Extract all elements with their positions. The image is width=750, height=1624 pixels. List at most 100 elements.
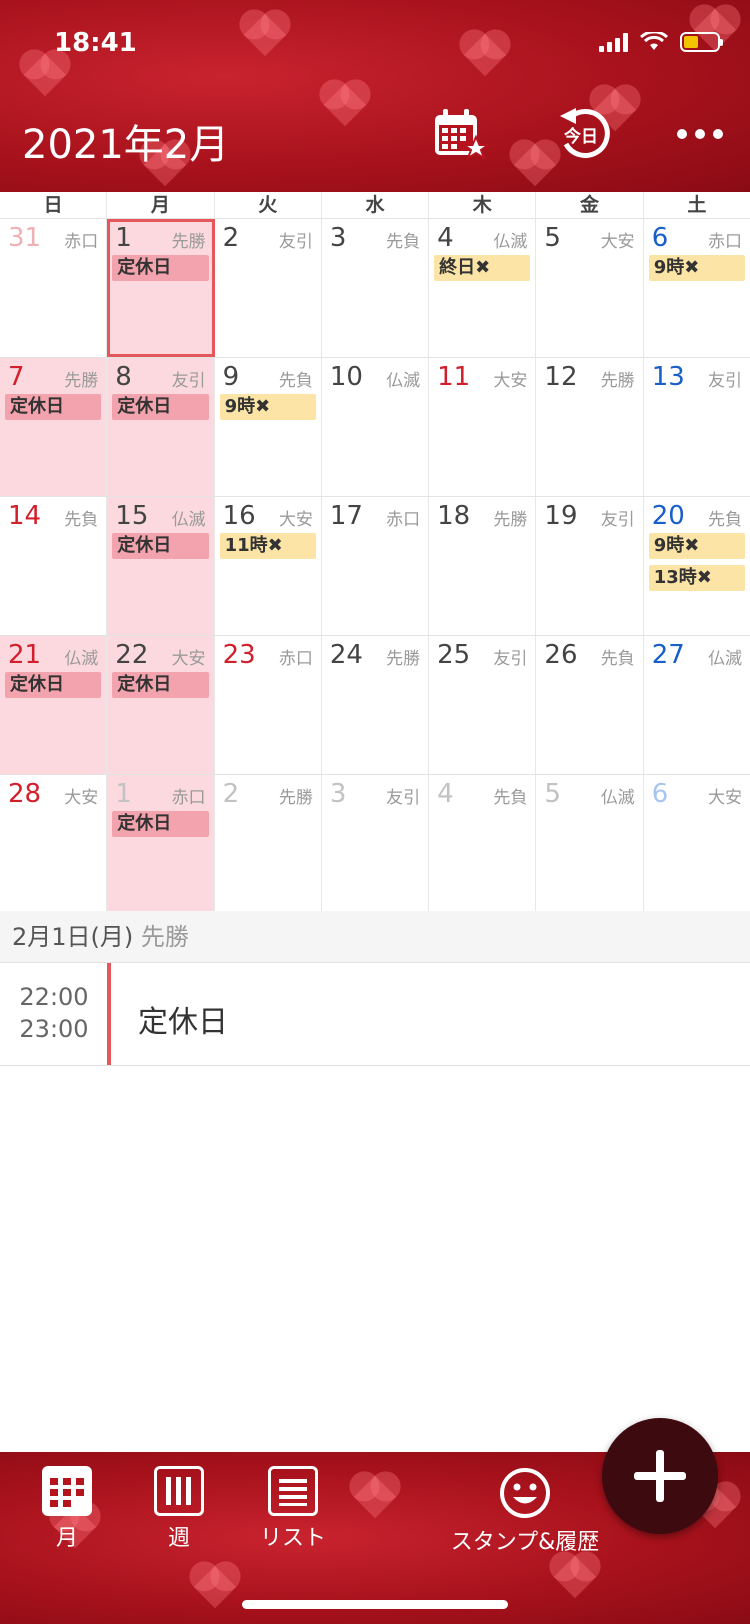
day-number: 24	[329, 640, 363, 670]
rokuyo-label: 大安	[64, 788, 99, 808]
rokuyo-label: 大安	[493, 371, 528, 391]
event-chip[interactable]: 定休日	[112, 533, 209, 559]
day-cell[interactable]: 28 大安	[0, 775, 108, 913]
day-cell[interactable]: 6 大安	[643, 775, 750, 913]
day-cell[interactable]: 4 仏滅 終日✖	[429, 219, 537, 357]
add-event-button[interactable]	[602, 1418, 718, 1534]
event-start-time: 22:00	[19, 983, 89, 1011]
event-chip[interactable]: 13時✖	[648, 565, 745, 591]
rokuyo-label: 仏滅	[600, 788, 635, 808]
tab-week[interactable]: 週	[124, 1466, 234, 1552]
day-cell[interactable]: 26 先負	[536, 636, 644, 774]
day-cell-selected[interactable]: 1 先勝 定休日	[107, 219, 215, 357]
day-cell[interactable]: 5 大安	[536, 219, 644, 357]
weekday-label: 水	[322, 192, 430, 218]
month-title[interactable]: 2021年2月	[22, 112, 229, 170]
week-row: 14 先負 15 仏滅 定休日 16 大安 11時✖ 17 赤口 18 先勝 1…	[0, 497, 750, 636]
event-chip[interactable]: 9時✖	[648, 533, 745, 559]
day-cell[interactable]: 25 友引	[429, 636, 537, 774]
tab-stamp-history[interactable]: スタンプ&履歴	[440, 1466, 610, 1556]
day-number: 13	[651, 362, 685, 392]
app-header: 18:41 2021年2月 今日	[0, 0, 750, 192]
tab-week-label: 週	[167, 1526, 190, 1551]
day-cell[interactable]: 21 仏滅 定休日	[0, 636, 108, 774]
more-button[interactable]	[668, 102, 732, 166]
day-cell[interactable]: 7 先勝 定休日	[0, 358, 108, 496]
wifi-icon	[640, 32, 668, 50]
rokuyo-label: 大安	[278, 510, 313, 530]
heart-decoration	[513, 143, 557, 187]
event-chip[interactable]: 定休日	[112, 672, 209, 698]
weekday-header: 日 月 火 水 木 金 土	[0, 192, 750, 219]
rokuyo-label: 先勝	[64, 371, 99, 391]
day-number: 20	[651, 501, 685, 531]
event-chip[interactable]: 定休日	[112, 394, 209, 420]
rokuyo-label: 仏滅	[386, 371, 421, 391]
event-chip[interactable]: 定休日	[5, 394, 102, 420]
event-chip[interactable]: 11時✖	[219, 533, 316, 559]
event-chip[interactable]: 定休日	[5, 672, 102, 698]
day-cell[interactable]: 17 赤口	[321, 497, 430, 635]
day-number: 23	[222, 640, 256, 670]
day-cell[interactable]: 10 仏滅	[321, 358, 430, 496]
rokuyo-label: 仏滅	[707, 649, 742, 669]
day-cell[interactable]: 4 先負	[429, 775, 537, 913]
rokuyo-label: 友引	[171, 371, 206, 391]
month-grid-icon	[42, 1466, 92, 1516]
event-detail-row[interactable]: 22:00 23:00 定休日	[0, 963, 750, 1066]
day-cell[interactable]: 15 仏滅 定休日	[107, 497, 215, 635]
day-cell[interactable]: 9 先負 9時✖	[214, 358, 322, 496]
day-cell[interactable]: 12 先勝	[536, 358, 644, 496]
heart-decoration	[553, 1555, 597, 1599]
day-number: 10	[329, 362, 363, 392]
rokuyo-label: 赤口	[171, 788, 206, 808]
event-chip[interactable]: 定休日	[112, 811, 209, 837]
week-row: 31 赤口 1 先勝 定休日 2 友引 3 先負 4 仏滅 終日✖ 5 大安 6…	[0, 219, 750, 358]
event-chip[interactable]: 9時✖	[219, 394, 316, 420]
day-cell[interactable]: 27 仏滅	[643, 636, 750, 774]
day-cell[interactable]: 23 赤口	[214, 636, 322, 774]
day-number: 14	[8, 501, 42, 531]
day-cell[interactable]: 24 先勝	[321, 636, 430, 774]
day-cell[interactable]: 14 先負	[0, 497, 108, 635]
day-cell[interactable]: 31 赤口	[0, 219, 108, 357]
day-number: 4	[437, 779, 454, 809]
day-cell[interactable]: 18 先勝	[429, 497, 537, 635]
rokuyo-label: 大安	[600, 232, 635, 252]
rokuyo-label: 赤口	[64, 232, 99, 252]
smiley-icon	[500, 1468, 550, 1518]
day-cell[interactable]: 3 友引	[321, 775, 430, 913]
day-cell[interactable]: 13 友引	[643, 358, 750, 496]
rokuyo-label: 赤口	[707, 232, 742, 252]
day-cell[interactable]: 2 友引	[214, 219, 322, 357]
day-cell[interactable]: 11 大安	[429, 358, 537, 496]
event-chip[interactable]: 定休日	[112, 255, 209, 281]
day-cell[interactable]: 6 赤口 9時✖	[643, 219, 750, 357]
day-cell[interactable]: 8 友引 定休日	[107, 358, 215, 496]
day-cell[interactable]: 20 先負 9時✖ 13時✖	[643, 497, 750, 635]
today-button[interactable]: 今日	[552, 102, 616, 166]
week-row: 28 大安 1 赤口 定休日 2 先勝 3 友引 4 先負 5 仏滅 6 大安	[0, 775, 750, 914]
day-cell[interactable]: 19 友引	[536, 497, 644, 635]
tab-month[interactable]: 月	[12, 1466, 122, 1552]
day-cell[interactable]: 3 先負	[321, 219, 430, 357]
calendar-star-button[interactable]	[428, 102, 492, 166]
day-number: 6	[651, 779, 669, 809]
tab-list[interactable]: リスト	[238, 1466, 348, 1552]
day-number: 19	[544, 501, 578, 531]
event-color-bar	[107, 963, 111, 1065]
day-cell[interactable]: 2 先勝	[214, 775, 322, 913]
day-number: 5	[544, 223, 561, 253]
day-cell[interactable]: 1 赤口 定休日	[107, 775, 215, 913]
day-cell[interactable]: 5 仏滅	[536, 775, 644, 913]
day-number: 16	[222, 501, 256, 531]
event-chip[interactable]: 終日✖	[434, 255, 531, 281]
day-number: 11	[437, 362, 471, 392]
rokuyo-label: 先負	[493, 788, 528, 808]
day-cell[interactable]: 16 大安 11時✖	[214, 497, 322, 635]
day-number: 1	[115, 779, 132, 809]
list-lines-icon	[268, 1466, 318, 1516]
event-chip[interactable]: 9時✖	[648, 255, 745, 281]
heart-decoration	[463, 33, 507, 77]
day-cell[interactable]: 22 大安 定休日	[107, 636, 215, 774]
